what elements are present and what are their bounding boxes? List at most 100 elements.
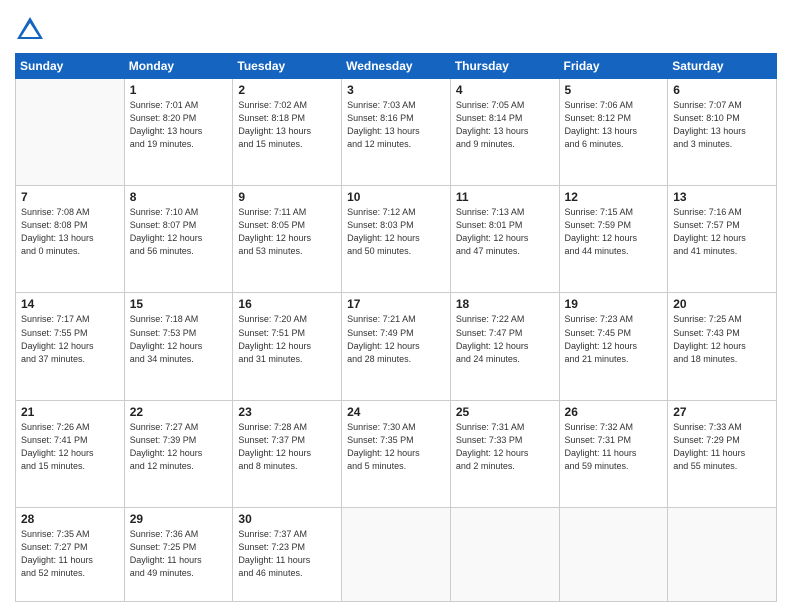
day-header: Wednesday bbox=[342, 54, 451, 79]
day-cell bbox=[342, 507, 451, 601]
day-cell: 18 Sunrise: 7:22 AM Sunset: 7:47 PM Dayli… bbox=[450, 293, 559, 400]
day-number: 21 bbox=[21, 405, 119, 419]
day-info: Sunrise: 7:26 AM Sunset: 7:41 PM Dayligh… bbox=[21, 421, 119, 473]
header-row: SundayMondayTuesdayWednesdayThursdayFrid… bbox=[16, 54, 777, 79]
day-cell: 17 Sunrise: 7:21 AM Sunset: 7:49 PM Dayli… bbox=[342, 293, 451, 400]
day-number: 30 bbox=[238, 512, 336, 526]
day-number: 20 bbox=[673, 297, 771, 311]
day-cell: 30 Sunrise: 7:37 AM Sunset: 7:23 PM Dayli… bbox=[233, 507, 342, 601]
day-number: 1 bbox=[130, 83, 228, 97]
day-info: Sunrise: 7:35 AM Sunset: 7:27 PM Dayligh… bbox=[21, 528, 119, 580]
day-header: Saturday bbox=[668, 54, 777, 79]
day-cell: 23 Sunrise: 7:28 AM Sunset: 7:37 PM Dayli… bbox=[233, 400, 342, 507]
day-cell: 15 Sunrise: 7:18 AM Sunset: 7:53 PM Dayli… bbox=[124, 293, 233, 400]
day-cell: 14 Sunrise: 7:17 AM Sunset: 7:55 PM Dayli… bbox=[16, 293, 125, 400]
week-row: 7 Sunrise: 7:08 AM Sunset: 8:08 PM Daylig… bbox=[16, 186, 777, 293]
day-cell: 12 Sunrise: 7:15 AM Sunset: 7:59 PM Dayli… bbox=[559, 186, 668, 293]
day-number: 15 bbox=[130, 297, 228, 311]
day-cell: 8Sunrise: 7:10 AM Sunset: 8:07 PM Daylig… bbox=[124, 186, 233, 293]
day-number: 16 bbox=[238, 297, 336, 311]
logo-icon bbox=[15, 15, 45, 45]
day-number: 19 bbox=[565, 297, 663, 311]
day-info: Sunrise: 7:08 AM Sunset: 8:08 PM Dayligh… bbox=[21, 206, 119, 258]
day-cell: 22Sunrise: 7:27 AM Sunset: 7:39 PM Dayli… bbox=[124, 400, 233, 507]
day-number: 14 bbox=[21, 297, 119, 311]
day-cell: 16 Sunrise: 7:20 AM Sunset: 7:51 PM Dayli… bbox=[233, 293, 342, 400]
day-info: Sunrise: 7:12 AM Sunset: 8:03 PM Dayligh… bbox=[347, 206, 445, 258]
day-info: Sunrise: 7:28 AM Sunset: 7:37 PM Dayligh… bbox=[238, 421, 336, 473]
week-row: 28 Sunrise: 7:35 AM Sunset: 7:27 PM Dayli… bbox=[16, 507, 777, 601]
day-cell: 27 Sunrise: 7:33 AM Sunset: 7:29 PM Dayli… bbox=[668, 400, 777, 507]
day-info: Sunrise: 7:31 AM Sunset: 7:33 PM Dayligh… bbox=[456, 421, 554, 473]
day-info: Sunrise: 7:36 AM Sunset: 7:25 PM Dayligh… bbox=[130, 528, 228, 580]
day-header: Thursday bbox=[450, 54, 559, 79]
day-info: Sunrise: 7:30 AM Sunset: 7:35 PM Dayligh… bbox=[347, 421, 445, 473]
day-cell: 10 Sunrise: 7:12 AM Sunset: 8:03 PM Dayli… bbox=[342, 186, 451, 293]
day-number: 5 bbox=[565, 83, 663, 97]
day-number: 29 bbox=[130, 512, 228, 526]
day-info: Sunrise: 7:33 AM Sunset: 7:29 PM Dayligh… bbox=[673, 421, 771, 473]
day-info: Sunrise: 7:32 AM Sunset: 7:31 PM Dayligh… bbox=[565, 421, 663, 473]
day-cell: 6Sunrise: 7:07 AM Sunset: 8:10 PM Daylig… bbox=[668, 79, 777, 186]
day-cell: 29 Sunrise: 7:36 AM Sunset: 7:25 PM Dayli… bbox=[124, 507, 233, 601]
day-cell: 1 Sunrise: 7:01 AM Sunset: 8:20 PM Daylig… bbox=[124, 79, 233, 186]
week-row: 1 Sunrise: 7:01 AM Sunset: 8:20 PM Daylig… bbox=[16, 79, 777, 186]
day-header: Monday bbox=[124, 54, 233, 79]
day-cell: 19Sunrise: 7:23 AM Sunset: 7:45 PM Dayli… bbox=[559, 293, 668, 400]
day-info: Sunrise: 7:20 AM Sunset: 7:51 PM Dayligh… bbox=[238, 313, 336, 365]
day-cell: 25 Sunrise: 7:31 AM Sunset: 7:33 PM Dayli… bbox=[450, 400, 559, 507]
week-row: 14 Sunrise: 7:17 AM Sunset: 7:55 PM Dayli… bbox=[16, 293, 777, 400]
day-info: Sunrise: 7:06 AM Sunset: 8:12 PM Dayligh… bbox=[565, 99, 663, 151]
day-info: Sunrise: 7:03 AM Sunset: 8:16 PM Dayligh… bbox=[347, 99, 445, 151]
day-header: Friday bbox=[559, 54, 668, 79]
day-number: 25 bbox=[456, 405, 554, 419]
day-cell: 11 Sunrise: 7:13 AM Sunset: 8:01 PM Dayli… bbox=[450, 186, 559, 293]
day-cell: 4Sunrise: 7:05 AM Sunset: 8:14 PM Daylig… bbox=[450, 79, 559, 186]
page: SundayMondayTuesdayWednesdayThursdayFrid… bbox=[0, 0, 792, 612]
day-cell bbox=[16, 79, 125, 186]
day-info: Sunrise: 7:17 AM Sunset: 7:55 PM Dayligh… bbox=[21, 313, 119, 365]
day-cell: 3 Sunrise: 7:03 AM Sunset: 8:16 PM Daylig… bbox=[342, 79, 451, 186]
day-number: 18 bbox=[456, 297, 554, 311]
day-number: 24 bbox=[347, 405, 445, 419]
day-number: 22 bbox=[130, 405, 228, 419]
day-cell: 24 Sunrise: 7:30 AM Sunset: 7:35 PM Dayli… bbox=[342, 400, 451, 507]
day-number: 12 bbox=[565, 190, 663, 204]
day-info: Sunrise: 7:21 AM Sunset: 7:49 PM Dayligh… bbox=[347, 313, 445, 365]
day-header: Sunday bbox=[16, 54, 125, 79]
day-header: Tuesday bbox=[233, 54, 342, 79]
day-info: Sunrise: 7:15 AM Sunset: 7:59 PM Dayligh… bbox=[565, 206, 663, 258]
day-number: 8 bbox=[130, 190, 228, 204]
day-cell: 28 Sunrise: 7:35 AM Sunset: 7:27 PM Dayli… bbox=[16, 507, 125, 601]
day-cell bbox=[559, 507, 668, 601]
day-info: Sunrise: 7:05 AM Sunset: 8:14 PM Dayligh… bbox=[456, 99, 554, 151]
day-info: Sunrise: 7:11 AM Sunset: 8:05 PM Dayligh… bbox=[238, 206, 336, 258]
day-number: 23 bbox=[238, 405, 336, 419]
day-number: 7 bbox=[21, 190, 119, 204]
day-cell: 20 Sunrise: 7:25 AM Sunset: 7:43 PM Dayli… bbox=[668, 293, 777, 400]
day-cell: 2Sunrise: 7:02 AM Sunset: 8:18 PM Daylig… bbox=[233, 79, 342, 186]
day-info: Sunrise: 7:37 AM Sunset: 7:23 PM Dayligh… bbox=[238, 528, 336, 580]
day-number: 27 bbox=[673, 405, 771, 419]
day-cell bbox=[668, 507, 777, 601]
logo bbox=[15, 15, 49, 45]
day-number: 17 bbox=[347, 297, 445, 311]
day-number: 28 bbox=[21, 512, 119, 526]
day-number: 10 bbox=[347, 190, 445, 204]
day-info: Sunrise: 7:16 AM Sunset: 7:57 PM Dayligh… bbox=[673, 206, 771, 258]
day-cell: 21 Sunrise: 7:26 AM Sunset: 7:41 PM Dayli… bbox=[16, 400, 125, 507]
day-info: Sunrise: 7:22 AM Sunset: 7:47 PM Dayligh… bbox=[456, 313, 554, 365]
day-info: Sunrise: 7:18 AM Sunset: 7:53 PM Dayligh… bbox=[130, 313, 228, 365]
day-cell: 26Sunrise: 7:32 AM Sunset: 7:31 PM Dayli… bbox=[559, 400, 668, 507]
day-number: 9 bbox=[238, 190, 336, 204]
day-cell: 13 Sunrise: 7:16 AM Sunset: 7:57 PM Dayli… bbox=[668, 186, 777, 293]
day-number: 13 bbox=[673, 190, 771, 204]
day-number: 3 bbox=[347, 83, 445, 97]
day-cell: 9 Sunrise: 7:11 AM Sunset: 8:05 PM Daylig… bbox=[233, 186, 342, 293]
week-row: 21 Sunrise: 7:26 AM Sunset: 7:41 PM Dayli… bbox=[16, 400, 777, 507]
calendar: SundayMondayTuesdayWednesdayThursdayFrid… bbox=[15, 53, 777, 602]
day-info: Sunrise: 7:13 AM Sunset: 8:01 PM Dayligh… bbox=[456, 206, 554, 258]
day-number: 11 bbox=[456, 190, 554, 204]
day-info: Sunrise: 7:01 AM Sunset: 8:20 PM Dayligh… bbox=[130, 99, 228, 151]
day-info: Sunrise: 7:25 AM Sunset: 7:43 PM Dayligh… bbox=[673, 313, 771, 365]
